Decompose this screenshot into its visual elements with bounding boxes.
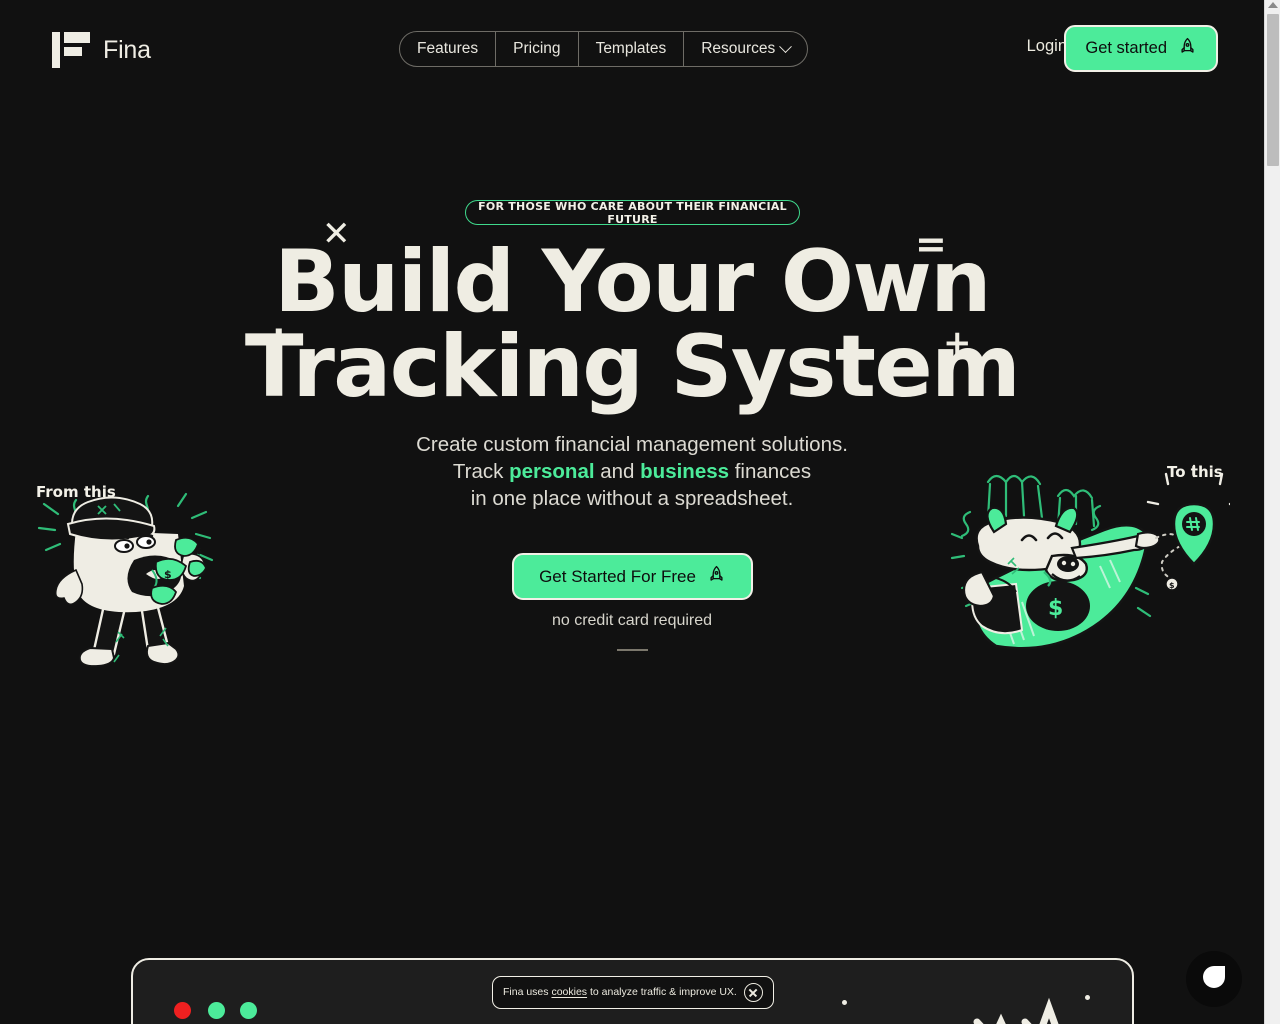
nav-item-templates[interactable]: Templates [579, 32, 685, 66]
decorative-dot [1085, 995, 1090, 1000]
bull-on-money-illustration: $ $ [940, 460, 1240, 675]
subtitle-pre: Track [452, 460, 510, 484]
hero-section: FOR THOSE WHO CARE ABOUT THEIR FINANCIAL… [0, 0, 1264, 800]
cookie-text-pre: Fina uses [503, 985, 552, 998]
zigzag-decoration-icon [963, 986, 1083, 1024]
subtitle-highlight-business: business [640, 460, 730, 484]
nav-label: Templates [595, 40, 667, 57]
svg-text:$: $ [164, 568, 172, 581]
page-root: Fina Features Pricing Templates Resource… [0, 0, 1280, 1024]
page-title: Build Your Own Tracking System [0, 239, 1264, 418]
nav-label: Features [417, 40, 479, 57]
brand-logo[interactable]: Fina [52, 32, 151, 68]
svg-text:$: $ [1048, 596, 1063, 621]
rocket-icon [1178, 37, 1197, 61]
cta-label: Get Started For Free [539, 566, 696, 586]
get-started-label: Get started [1085, 39, 1167, 57]
hero-badge: FOR THOSE WHO CARE ABOUT THEIR FINANCIAL… [465, 200, 800, 226]
cookie-text: Fina uses cookies to analyze traffic & i… [503, 986, 744, 999]
login-button[interactable]: Login [1027, 37, 1067, 56]
close-icon[interactable] [744, 983, 763, 1002]
nav-label: Resources [701, 40, 776, 57]
divider [617, 649, 648, 651]
nav-item-pricing[interactable]: Pricing [496, 32, 579, 66]
window-dot-close[interactable] [174, 1002, 191, 1019]
cookie-text-post: to analyze traffic & improve UX. [587, 985, 737, 998]
chevron-down-icon [779, 39, 793, 53]
scroll-up-arrow-icon[interactable] [1268, 2, 1278, 8]
decorative-dot [842, 1000, 847, 1005]
scrollbar[interactable] [1264, 0, 1280, 1024]
nav-label: Pricing [513, 40, 561, 57]
main-nav: Features Pricing Templates Resources [399, 31, 809, 67]
site-header: Fina Features Pricing Templates Resource… [0, 0, 1264, 98]
svg-text:$: $ [1169, 581, 1175, 590]
chat-bubble-icon [1201, 964, 1227, 995]
subtitle-line-3: in one place without a spreadsheet. [470, 487, 794, 511]
nav-item-resources[interactable]: Resources [684, 32, 807, 66]
rocket-icon [707, 565, 726, 589]
get-started-button[interactable]: Get started [1064, 25, 1218, 72]
window-dot-minimize[interactable] [208, 1002, 225, 1019]
svg-text:$: $ [196, 547, 202, 557]
stressed-character-illustration: $ $ [28, 478, 248, 678]
scrollbar-thumb[interactable] [1267, 14, 1279, 166]
window-dot-maximize[interactable] [240, 1002, 257, 1019]
headline-line-2: Tracking System [244, 317, 1021, 418]
subtitle-post: finances [729, 460, 812, 484]
cookie-banner: Fina uses cookies to analyze traffic & i… [492, 976, 774, 1009]
get-started-for-free-button[interactable]: Get Started For Free [512, 553, 753, 600]
social-proof-section: Join 10,000+ As Seen On P Product Hunt R… [0, 684, 1264, 744]
subtitle-mid: and [594, 460, 641, 484]
nav-item-features[interactable]: Features [400, 32, 497, 66]
brand-name: Fina [103, 35, 151, 64]
chat-widget-button[interactable] [1186, 951, 1242, 1007]
subtitle-line-1: Create custom financial management solut… [416, 433, 848, 456]
subtitle-highlight-personal: personal [509, 460, 595, 484]
cookies-link[interactable]: cookies [551, 986, 587, 998]
fina-grid-logo-icon [52, 32, 90, 68]
